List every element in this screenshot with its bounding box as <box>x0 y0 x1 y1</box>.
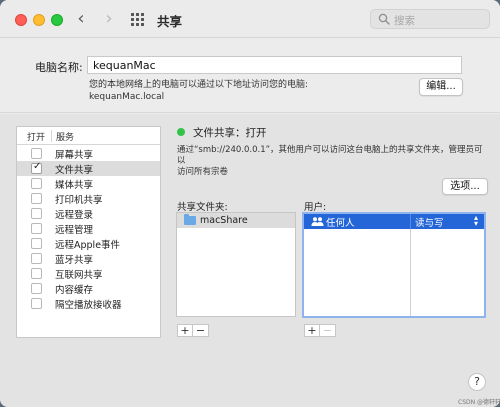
show-all-grid-icon[interactable] <box>131 13 145 27</box>
users-column-separator <box>410 214 411 316</box>
column-header-on: 打开 <box>27 133 46 143</box>
service-checkbox[interactable] <box>31 193 42 204</box>
address-description-line: 您的本地网络上的电脑可以通过以下地址访问您的电脑: <box>89 80 309 90</box>
watermark: CSDN @德轩轩 <box>458 399 500 406</box>
shared-folder-row[interactable]: macShare <box>177 213 295 228</box>
service-row[interactable]: 内容缓存 <box>17 281 160 296</box>
search-placeholder: 搜索 <box>394 15 415 27</box>
service-checkbox[interactable] <box>31 283 42 294</box>
service-row[interactable]: 打印机共享 <box>17 191 160 206</box>
service-label: 内容缓存 <box>55 285 94 296</box>
service-row[interactable]: 屏幕共享 <box>17 146 160 161</box>
computer-name-section: 电脑名称: kequanMac 您的本地网络上的电脑可以通过以下地址访问您的电脑… <box>0 39 500 113</box>
services-list-header: 打开 服务 <box>17 127 160 145</box>
services-list: 屏幕共享文件共享媒体共享打印机共享远程登录远程管理远程Apple事件蓝牙共享互联… <box>17 146 160 311</box>
service-label: 远程Apple事件 <box>55 240 121 251</box>
sharing-main-panel: 打开 服务 屏幕共享文件共享媒体共享打印机共享远程登录远程管理远程Apple事件… <box>0 114 500 407</box>
close-window-button[interactable] <box>15 14 27 26</box>
service-checkbox[interactable] <box>31 208 42 219</box>
add-folder-button[interactable]: + <box>177 324 193 337</box>
service-label: 隔空播放接收器 <box>55 300 122 311</box>
computer-name-label: 电脑名称: <box>35 61 83 74</box>
service-checkbox[interactable] <box>31 298 42 309</box>
shared-folders-list[interactable]: macShare <box>176 212 296 317</box>
file-sharing-info: 通过“smb://240.0.0.1”，其他用户可以访问这台电脑上的共享文件夹，… <box>177 145 487 178</box>
service-checkbox[interactable] <box>31 238 42 249</box>
service-checkbox[interactable] <box>31 178 42 189</box>
service-label: 文件共享 <box>55 165 94 176</box>
service-row[interactable]: 远程登录 <box>17 206 160 221</box>
minimize-window-button[interactable] <box>33 14 45 26</box>
select-arrows-icon[interactable]: ▴ ▾ <box>471 214 481 228</box>
folder-icon <box>184 214 196 225</box>
user-name: 任何人 <box>326 218 355 229</box>
service-label: 互联网共享 <box>55 270 103 281</box>
service-checkbox[interactable] <box>31 253 42 264</box>
computer-name-input[interactable]: kequanMac <box>87 56 462 74</box>
user-add-remove-buttons: + − <box>304 324 336 337</box>
service-label: 屏幕共享 <box>55 150 94 161</box>
permission-select[interactable]: 读与写 <box>415 215 444 229</box>
services-list-panel: 打开 服务 屏幕共享文件共享媒体共享打印机共享远程登录远程管理远程Apple事件… <box>16 126 161 338</box>
folder-add-remove-buttons: + − <box>177 324 209 337</box>
service-checkbox[interactable] <box>31 268 42 279</box>
file-sharing-info-line: 通过“smb://240.0.0.1”，其他用户可以访问这台电脑上的共享文件夹，… <box>177 145 483 166</box>
service-label: 远程登录 <box>55 210 94 221</box>
help-button[interactable]: ? <box>468 373 486 391</box>
address-description: 您的本地网络上的电脑可以通过以下地址访问您的电脑: kequanMac.loca… <box>89 79 308 103</box>
back-icon[interactable]: ‹ <box>72 8 90 30</box>
service-checkbox[interactable] <box>31 223 42 234</box>
column-separator <box>51 130 52 142</box>
users-list[interactable]: 任何人 读与写 ▴ ▾ <box>302 212 486 318</box>
status-indicator-icon <box>177 128 185 136</box>
title-bar: ‹ › 共享 搜索 <box>0 0 500 38</box>
edit-button[interactable]: 编辑... <box>419 78 463 96</box>
group-users-icon <box>311 217 324 226</box>
window-title: 共享 <box>157 14 183 29</box>
service-row[interactable]: 媒体共享 <box>17 176 160 191</box>
remove-user-button[interactable]: − <box>320 324 336 337</box>
service-row[interactable]: 远程Apple事件 <box>17 236 160 251</box>
options-button[interactable]: 选项... <box>442 178 488 195</box>
service-row[interactable]: 蓝牙共享 <box>17 251 160 266</box>
file-sharing-info-line: 访问所有宗卷 <box>177 167 229 177</box>
users-label: 用户: <box>304 202 327 213</box>
add-user-button[interactable]: + <box>304 324 320 337</box>
service-label: 打印机共享 <box>55 195 103 206</box>
column-header-service: 服务 <box>56 133 75 143</box>
remove-folder-button[interactable]: − <box>193 324 209 337</box>
shared-folder-name: macShare <box>200 215 248 226</box>
zoom-window-button[interactable] <box>51 14 63 26</box>
service-checkbox[interactable] <box>31 161 42 174</box>
file-sharing-status: 文件共享：打开 <box>193 127 267 139</box>
service-label: 远程管理 <box>55 225 94 236</box>
user-row[interactable]: 任何人 读与写 ▴ ▾ <box>304 214 484 229</box>
system-preferences-window: ‹ › 共享 搜索 电脑名称: kequanMac 您的本地网络上的电脑可以通过… <box>0 0 500 407</box>
search-field[interactable]: 搜索 <box>370 9 490 29</box>
service-label: 蓝牙共享 <box>55 255 94 266</box>
search-icon <box>378 13 390 25</box>
service-row[interactable]: 远程管理 <box>17 221 160 236</box>
shared-folders-label: 共享文件夹: <box>177 202 228 213</box>
local-hostname: kequanMac.local <box>89 92 165 102</box>
service-row[interactable]: 互联网共享 <box>17 266 160 281</box>
forward-icon[interactable]: › <box>100 8 118 30</box>
service-row[interactable]: 文件共享 <box>17 161 160 176</box>
users-column-separator <box>410 214 411 229</box>
service-checkbox[interactable] <box>31 148 42 159</box>
service-row[interactable]: 隔空播放接收器 <box>17 296 160 311</box>
service-label: 媒体共享 <box>55 180 94 191</box>
